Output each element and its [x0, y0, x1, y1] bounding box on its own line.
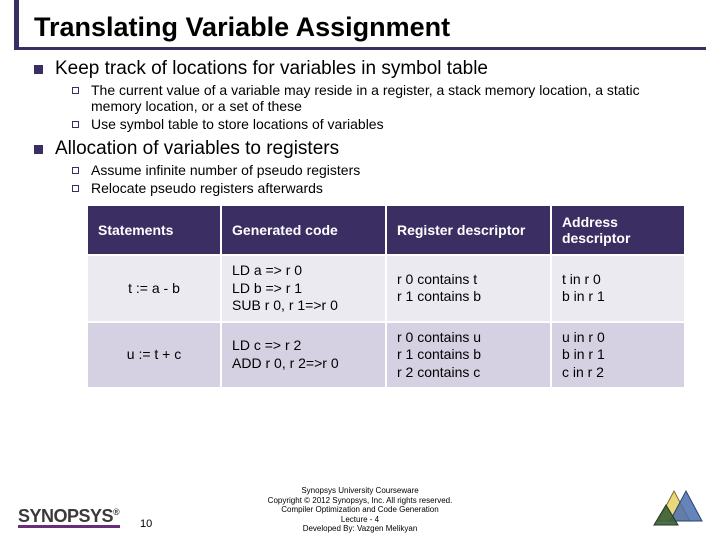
bullet-level2: Relocate pseudo registers afterwards [72, 180, 692, 196]
table-row: u := t + c LD c => r 2ADD r 0, r 2=>r 0 … [87, 322, 685, 389]
table-row: t := a - b LD a => r 0LD b => r 1SUB r 0… [87, 255, 685, 322]
bullet-level1: Allocation of variables to registers [34, 138, 692, 160]
registered-icon: ® [113, 507, 119, 517]
bullet-text: Relocate pseudo registers afterwards [91, 180, 323, 196]
th-register-descriptor: Register descriptor [386, 205, 551, 255]
bullet-text: The current value of a variable may resi… [91, 82, 692, 114]
logo-text: SYNOPSYS [18, 506, 113, 526]
footer-line: Copyright © 2012 Synopsys, Inc. All righ… [0, 496, 720, 506]
partner-logo [652, 485, 706, 532]
bullet-level1: Keep track of locations for variables in… [34, 58, 692, 80]
square-bullet-icon [34, 65, 43, 74]
square-bullet-icon [34, 145, 43, 154]
hollow-square-icon [72, 121, 79, 128]
hollow-square-icon [72, 87, 79, 94]
cell-generated: LD a => r 0LD b => r 1SUB r 0, r 1=>r 0 [221, 255, 386, 322]
bullet-level2: Use symbol table to store locations of v… [72, 116, 692, 132]
bullet-level2: The current value of a variable may resi… [72, 82, 692, 114]
code-generation-table: Statements Generated code Register descr… [86, 204, 686, 389]
footer-line: Synopsys University Courseware [0, 486, 720, 496]
synopsys-logo: SYNOPSYS® [18, 506, 120, 528]
cell-statement: t := a - b [87, 255, 221, 322]
th-address-descriptor: Address descriptor [551, 205, 685, 255]
abstract-logo-icon [652, 485, 706, 527]
bullet-level2: Assume infinite number of pseudo registe… [72, 162, 692, 178]
page-title: Translating Variable Assignment [34, 12, 706, 43]
bullet-text: Allocation of variables to registers [55, 138, 339, 160]
cell-address: t in r 0b in r 1 [551, 255, 685, 322]
page-number: 10 [140, 518, 152, 530]
cell-address: u in r 0b in r 1c in r 2 [551, 322, 685, 389]
slide-body: Keep track of locations for variables in… [0, 58, 720, 389]
cell-statement: u := t + c [87, 322, 221, 389]
cell-generated: LD c => r 2ADD r 0, r 2=>r 0 [221, 322, 386, 389]
bullet-text: Assume infinite number of pseudo registe… [91, 162, 360, 178]
th-statements: Statements [87, 205, 221, 255]
title-bar: Translating Variable Assignment [14, 0, 706, 50]
cell-register: r 0 contains tr 1 contains b [386, 255, 551, 322]
bullet-text: Keep track of locations for variables in… [55, 58, 488, 80]
table-header-row: Statements Generated code Register descr… [87, 205, 685, 255]
hollow-square-icon [72, 167, 79, 174]
th-generated-code: Generated code [221, 205, 386, 255]
hollow-square-icon [72, 185, 79, 192]
cell-register: r 0 contains ur 1 contains br 2 contains… [386, 322, 551, 389]
bullet-text: Use symbol table to store locations of v… [91, 116, 384, 132]
